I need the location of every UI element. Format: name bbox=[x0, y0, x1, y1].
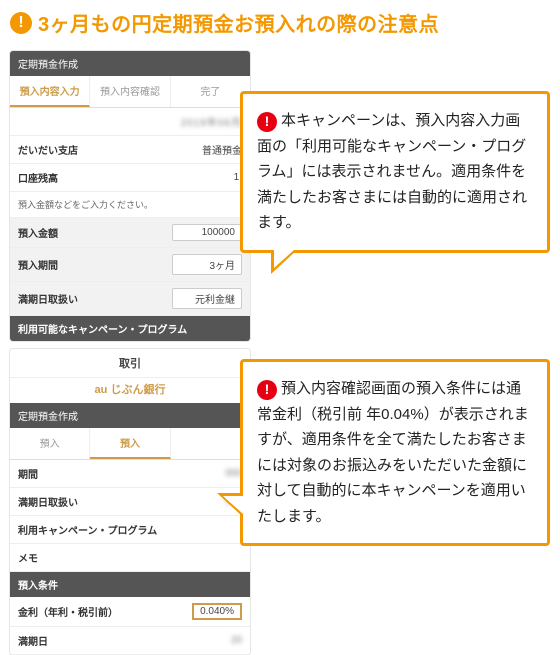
shot1-row-branch: だいだい支店 普通預金 bbox=[10, 136, 250, 164]
shot1-amount-label: 預入金額 bbox=[18, 225, 58, 240]
shot1-maturity-label: 満期日取扱い bbox=[18, 291, 78, 306]
shot1-branch-value: 普通預金 bbox=[202, 142, 242, 157]
screenshot-2: 取引 au じぶん銀行 定期預金作成 預入 預入 期間 000 満期日取扱い 0… bbox=[10, 349, 250, 655]
shot1-date: 2019年06月 bbox=[181, 114, 242, 129]
shot1-input-amount: 預入金額 100000 bbox=[10, 218, 250, 248]
shot2-period-label: 期間 bbox=[18, 466, 38, 481]
shot2-row-memo: メモ bbox=[10, 544, 250, 572]
shot1-row-balance: 口座残高 1, bbox=[10, 164, 250, 192]
shot2-maturity-label: 満期日取扱い bbox=[18, 494, 78, 509]
shot2-conditions-band: 預入条件 bbox=[10, 572, 250, 597]
shot1-input-term: 預入期間 3ヶ月 bbox=[10, 248, 250, 282]
screenshot-1: 定期預金作成 預入内容入力 預入内容確認 完了 2019年06月 だいだい支店 … bbox=[10, 51, 250, 341]
shot1-header: 定期預金作成 bbox=[10, 51, 250, 76]
shot1-maturity-value: 元利金継 bbox=[172, 288, 242, 309]
shot1-term-value: 3ヶ月 bbox=[172, 254, 242, 275]
shot1-balance-label: 口座残高 bbox=[18, 170, 58, 185]
shot1-branch-label: だいだい支店 bbox=[18, 142, 78, 157]
shot2-campaign-label: 利用キャンペーン・プログラム bbox=[18, 522, 157, 537]
shot1-tab-3: 完了 bbox=[171, 76, 250, 107]
alert-icon: ! bbox=[257, 380, 277, 400]
heading-text: 3ヶ月もの円定期預金お預入れの際の注意点 bbox=[38, 8, 439, 37]
shot2-memo-label: メモ bbox=[18, 550, 38, 565]
shot2-tab-2: 預入 bbox=[90, 428, 170, 459]
shot1-tabs: 預入内容入力 預入内容確認 完了 bbox=[10, 76, 250, 108]
callout-2-text: 預入内容確認画面の預入条件には通常金利（税引前 年0.04%）が表示されますが、… bbox=[257, 380, 529, 525]
shot1-input-maturity: 満期日取扱い 元利金継 bbox=[10, 282, 250, 316]
shot1-note: 預入金額などをご入力ください。 bbox=[10, 192, 250, 218]
shot1-amount-value: 100000 bbox=[172, 224, 242, 241]
shot2-rate-value: 0.040% bbox=[192, 603, 242, 620]
callout-2-tail bbox=[217, 493, 243, 517]
shot2-row-period: 期間 000 bbox=[10, 460, 250, 488]
shot2-rate-row: 金利（年利・税引前） 0.040% bbox=[10, 597, 250, 627]
shot2-logo: au じぶん銀行 bbox=[10, 378, 250, 403]
shot1-date-row: 2019年06月 bbox=[10, 108, 250, 136]
alert-icon: ! bbox=[257, 112, 277, 132]
block-1: 定期預金作成 預入内容入力 預入内容確認 完了 2019年06月 だいだい支店 … bbox=[10, 51, 550, 331]
shot2-last-value: 20 bbox=[231, 635, 242, 646]
shot1-tab-1: 預入内容入力 bbox=[10, 76, 90, 107]
callout-1: !本キャンペーンは、預入内容入力画面の「利用可能なキャンペーン・プログラム」には… bbox=[240, 91, 550, 253]
callout-1-text: 本キャンペーンは、預入内容入力画面の「利用可能なキャンペーン・プログラム」には表… bbox=[257, 112, 527, 231]
callout-1-tail bbox=[271, 250, 297, 274]
shot2-header: 定期預金作成 bbox=[10, 403, 250, 428]
block-2: 取引 au じぶん銀行 定期預金作成 預入 預入 期間 000 満期日取扱い 0… bbox=[10, 349, 550, 649]
shot1-tab-2: 預入内容確認 bbox=[90, 76, 170, 107]
callout-2: !預入内容確認画面の預入条件には通常金利（税引前 年0.04%）が表示されますが… bbox=[240, 359, 550, 546]
shot2-titlebar: 取引 bbox=[10, 349, 250, 378]
shot1-term-label: 預入期間 bbox=[18, 257, 58, 272]
shot2-tab-3 bbox=[171, 428, 250, 459]
warning-icon: ! bbox=[10, 12, 32, 34]
shot2-tabs: 預入 預入 bbox=[10, 428, 250, 460]
shot1-campaign-band: 利用可能なキャンペーン・プログラム bbox=[10, 316, 250, 341]
shot2-last-label: 満期日 bbox=[18, 633, 48, 648]
shot2-row-campaign: 利用キャンペーン・プログラム bbox=[10, 516, 250, 544]
shot2-tab-1: 預入 bbox=[10, 428, 90, 459]
shot2-row-maturity: 満期日取扱い 000 bbox=[10, 488, 250, 516]
page-heading: ! 3ヶ月もの円定期預金お預入れの際の注意点 bbox=[0, 0, 560, 51]
shot2-rate-label: 金利（年利・税引前） bbox=[18, 604, 118, 619]
